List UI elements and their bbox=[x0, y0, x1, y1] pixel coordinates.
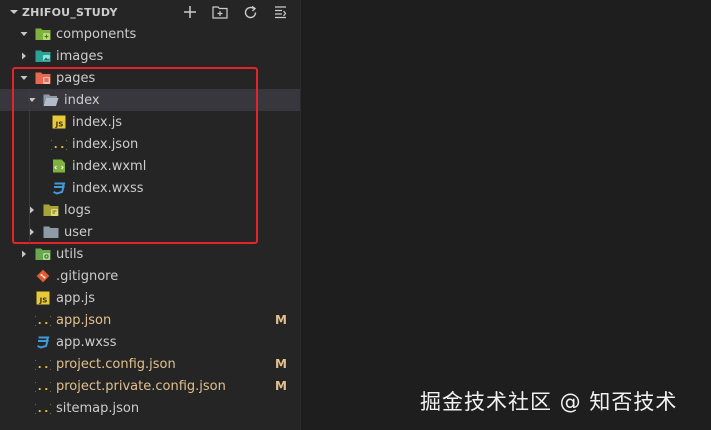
tree-folder-utils[interactable]: utils bbox=[0, 243, 300, 265]
tree-folder-index[interactable]: index bbox=[0, 89, 300, 111]
workspace-title: ZHIFOU_STUDY bbox=[22, 5, 118, 19]
tree-item-label: index.wxml bbox=[72, 158, 147, 174]
json-file-icon: {..} bbox=[35, 312, 51, 328]
wxss-file-icon bbox=[51, 180, 67, 196]
tree-item-label: index bbox=[64, 92, 100, 108]
folder-logs-icon bbox=[43, 202, 59, 218]
tree-item-label: index.json bbox=[72, 136, 139, 152]
tree-file-app-wxss[interactable]: app.wxss bbox=[0, 331, 300, 353]
tree-file-index-js[interactable]: JS index.js bbox=[0, 111, 300, 133]
tree-folder-user[interactable]: user bbox=[0, 221, 300, 243]
tree-item-label: project.config.json bbox=[56, 356, 176, 372]
json-file-icon: {..} bbox=[51, 136, 67, 152]
tree-file-gitignore[interactable]: .gitignore bbox=[0, 265, 300, 287]
tree-folder-images[interactable]: images bbox=[0, 45, 300, 67]
json-file-icon: {..} bbox=[35, 400, 51, 416]
tree-file-sitemap-json[interactable]: {..} sitemap.json bbox=[0, 397, 300, 419]
git-modified-badge: M bbox=[275, 379, 287, 393]
tree-item-label: logs bbox=[64, 202, 91, 218]
tree-folder-logs[interactable]: logs bbox=[0, 199, 300, 221]
tree-file-app-json[interactable]: {..} app.json M bbox=[0, 309, 300, 331]
file-explorer: ZHIFOU_STUDY components images pages index J… bbox=[0, 0, 300, 430]
tree-item-label: index.js bbox=[72, 114, 123, 130]
svg-text:JS: JS bbox=[39, 297, 48, 305]
tree-file-project-config-json[interactable]: {..} project.config.json M bbox=[0, 353, 300, 375]
tree-item-label: utils bbox=[56, 246, 84, 262]
wxss-file-icon bbox=[35, 334, 51, 350]
chevron-right-icon[interactable] bbox=[17, 247, 31, 261]
chevron-down-icon[interactable] bbox=[25, 93, 39, 107]
chevron-right-icon[interactable] bbox=[17, 49, 31, 63]
folder-open-icon bbox=[43, 92, 59, 108]
js-file-icon: JS bbox=[51, 114, 67, 130]
tree-item-label: project.private.config.json bbox=[56, 378, 226, 394]
new-folder-button[interactable] bbox=[210, 2, 230, 22]
tree-folder-pages[interactable]: pages bbox=[0, 67, 300, 89]
svg-text:{..}: {..} bbox=[35, 402, 51, 415]
tree-folder-components[interactable]: components bbox=[0, 23, 300, 45]
editor-area bbox=[300, 0, 711, 430]
tree-item-label: app.json bbox=[56, 312, 112, 328]
tree-file-index-json[interactable]: {..} index.json bbox=[0, 133, 300, 155]
svg-text:JS: JS bbox=[55, 121, 64, 129]
tree-item-label: sitemap.json bbox=[56, 400, 140, 416]
chevron-down-icon bbox=[8, 6, 20, 18]
tree-item-label: app.js bbox=[56, 290, 95, 306]
tree-file-project-private-config-json[interactable]: {..} project.private.config.json M bbox=[0, 375, 300, 397]
tree-item-label: components bbox=[56, 26, 137, 42]
tree-item-label: index.wxss bbox=[72, 180, 144, 196]
folder-pages-icon bbox=[35, 70, 51, 86]
refresh-icon bbox=[244, 5, 256, 18]
git-modified-badge: M bbox=[275, 313, 287, 327]
indent-guide bbox=[29, 89, 30, 243]
tree-file-index-wxss[interactable]: index.wxss bbox=[0, 177, 300, 199]
chevron-right-icon[interactable] bbox=[25, 225, 39, 239]
wxml-file-icon bbox=[51, 158, 67, 174]
tree-item-label: app.wxss bbox=[56, 334, 117, 350]
tree-file-index-wxml[interactable]: index.wxml bbox=[0, 155, 300, 177]
git-icon bbox=[35, 268, 51, 284]
refresh-button[interactable] bbox=[240, 2, 260, 22]
collapse-icon bbox=[274, 5, 286, 18]
json-file-icon: {..} bbox=[35, 378, 51, 394]
new-file-button[interactable] bbox=[180, 2, 200, 22]
chevron-down-icon[interactable] bbox=[17, 27, 31, 41]
tree-item-label: images bbox=[56, 48, 104, 64]
tree-item-label: pages bbox=[56, 70, 96, 86]
js-file-icon: JS bbox=[35, 290, 51, 306]
explorer-actions bbox=[180, 2, 290, 22]
folder-utils-icon bbox=[35, 246, 51, 262]
svg-text:{..}: {..} bbox=[35, 358, 51, 371]
folder-images-icon bbox=[35, 48, 51, 64]
folder-plus-icon bbox=[212, 6, 228, 19]
watermark-text: 掘金技术社区 @ 知否技术 bbox=[420, 390, 678, 414]
plus-icon bbox=[184, 6, 196, 18]
json-file-icon: {..} bbox=[35, 356, 51, 372]
collapse-all-button[interactable] bbox=[270, 2, 290, 22]
tree-item-label: user bbox=[64, 224, 93, 240]
svg-text:{..}: {..} bbox=[35, 314, 51, 327]
svg-text:{..}: {..} bbox=[35, 380, 51, 393]
file-tree: components images pages index JS index.js {..}… bbox=[0, 23, 300, 419]
chevron-down-icon[interactable] bbox=[17, 71, 31, 85]
chevron-right-icon[interactable] bbox=[25, 203, 39, 217]
git-modified-badge: M bbox=[275, 357, 287, 371]
folder-icon bbox=[43, 224, 59, 240]
tree-item-label: .gitignore bbox=[56, 268, 119, 284]
folder-components-icon bbox=[35, 26, 51, 42]
tree-file-app-js[interactable]: JS app.js bbox=[0, 287, 300, 309]
svg-text:{..}: {..} bbox=[51, 138, 67, 151]
